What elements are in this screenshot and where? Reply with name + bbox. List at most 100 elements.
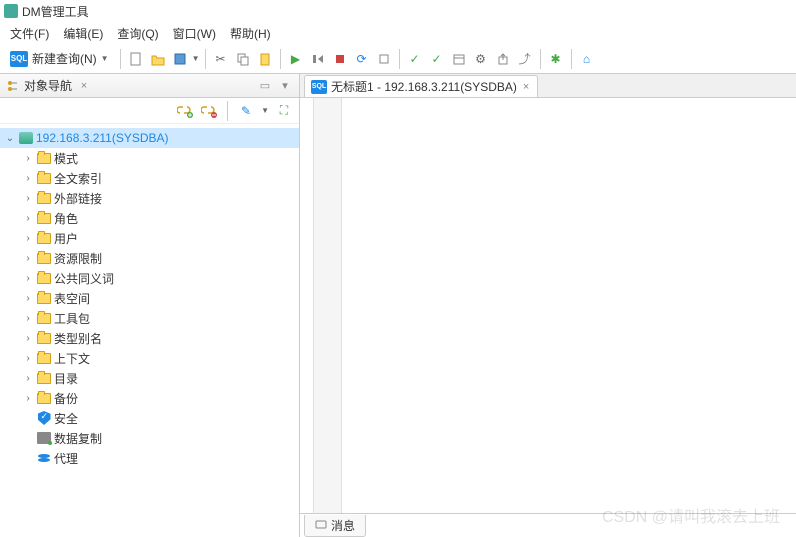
menu-icon[interactable]: ▾ xyxy=(277,78,293,94)
folder-icon xyxy=(36,291,52,305)
link-add-icon[interactable] xyxy=(176,102,194,120)
tree-item[interactable]: 数据复制 xyxy=(0,428,299,448)
link-remove-icon[interactable] xyxy=(200,102,218,120)
close-icon[interactable]: × xyxy=(76,78,92,94)
expand-arrow-icon[interactable]: › xyxy=(22,353,34,364)
folder-icon xyxy=(36,371,52,385)
step-icon[interactable] xyxy=(308,49,328,69)
play-icon[interactable]: ▶ xyxy=(286,49,306,69)
database-icon xyxy=(18,131,34,145)
tree-item[interactable]: ›上下文 xyxy=(0,348,299,368)
file-icon[interactable] xyxy=(126,49,146,69)
copy-icon[interactable] xyxy=(233,49,253,69)
messages-label: 消息 xyxy=(331,517,355,534)
expand-arrow-icon[interactable]: › xyxy=(22,293,34,304)
expand-arrow-icon[interactable]: › xyxy=(22,273,34,284)
expand-arrow-icon[interactable]: › xyxy=(22,193,34,204)
expand-arrow-icon[interactable]: › xyxy=(22,393,34,404)
dropdown-arrow-icon: ▼ xyxy=(101,54,109,63)
folder-icon xyxy=(36,311,52,325)
expand-icon[interactable]: ⛶ xyxy=(275,102,293,120)
menu-query[interactable]: 查询(Q) xyxy=(111,23,164,44)
paste-icon[interactable] xyxy=(255,49,275,69)
tree-item-label: 类型别名 xyxy=(54,330,102,347)
editor-textarea[interactable] xyxy=(342,98,796,513)
editor-tab[interactable]: SQL 无标题1 - 192.168.3.211(SYSDBA) × xyxy=(304,75,538,97)
object-tree[interactable]: ⌄ 192.168.3.211(SYSDBA) › 模式›全文索引›外部链接›角色… xyxy=(0,124,299,537)
expand-arrow-icon[interactable]: › xyxy=(22,173,34,184)
up-icon[interactable]: ⤴ xyxy=(515,49,535,69)
panel-toolbar: ✎ ▼ ⛶ xyxy=(0,98,299,124)
stack-icon xyxy=(36,451,52,465)
expand-arrow-icon[interactable]: › xyxy=(22,373,34,384)
editor-body[interactable] xyxy=(300,98,796,513)
settings-icon[interactable]: ⚙ xyxy=(471,49,491,69)
expand-arrow-icon[interactable]: › xyxy=(22,233,34,244)
menu-window[interactable]: 窗口(W) xyxy=(167,23,222,44)
tree-item[interactable]: 代理 xyxy=(0,448,299,468)
bottom-tabs: 消息 xyxy=(300,513,796,537)
export-icon[interactable] xyxy=(493,49,513,69)
tree-root[interactable]: ⌄ 192.168.3.211(SYSDBA) xyxy=(0,128,299,148)
sql-icon: SQL xyxy=(10,51,28,67)
tree-item[interactable]: ›角色 xyxy=(0,208,299,228)
home-icon[interactable]: ⌂ xyxy=(577,49,597,69)
folder-icon xyxy=(36,171,52,185)
folder-icon xyxy=(36,391,52,405)
expand-arrow-icon[interactable]: › xyxy=(22,213,34,224)
expand-arrow-icon[interactable]: › xyxy=(22,253,34,264)
tree-item[interactable]: ›工具包 xyxy=(0,308,299,328)
tree-item-label: 表空间 xyxy=(54,290,90,307)
titlebar: DM管理工具 xyxy=(0,0,796,22)
object-navigator-panel: 对象导航 × ▭ ▾ ✎ ▼ ⛶ ⌄ 192.168.3.211(SYSDBA)… xyxy=(0,74,300,537)
app-title: DM管理工具 xyxy=(22,3,89,20)
expand-arrow-icon[interactable]: › xyxy=(22,333,34,344)
message-icon xyxy=(315,519,327,531)
cut-icon[interactable]: ✂ xyxy=(211,49,231,69)
check-icon[interactable]: ✓ xyxy=(405,49,425,69)
tree-item[interactable]: › 表空间 xyxy=(0,288,299,308)
tree-item[interactable]: › 模式 xyxy=(0,148,299,168)
open-icon[interactable] xyxy=(148,49,168,69)
tree-item[interactable]: ›外部链接 xyxy=(0,188,299,208)
tree-item[interactable]: › 类型别名 xyxy=(0,328,299,348)
sql-icon: SQL xyxy=(311,80,327,94)
folder-icon xyxy=(36,331,52,345)
tree-item[interactable]: › 备份 xyxy=(0,388,299,408)
tree-item[interactable]: › 目录 xyxy=(0,368,299,388)
edit-icon[interactable]: ✎ xyxy=(237,102,255,120)
folder-icon xyxy=(36,251,52,265)
tree-item[interactable]: 安全 xyxy=(0,408,299,428)
server-icon xyxy=(36,431,52,445)
close-icon[interactable]: × xyxy=(521,81,531,93)
tree-item-label: 公共同义词 xyxy=(54,270,114,287)
collapse-arrow-icon[interactable]: ⌄ xyxy=(4,133,16,144)
editor-gutter xyxy=(314,98,342,513)
stop-icon[interactable] xyxy=(330,49,350,69)
tree-item-label: 数据复制 xyxy=(54,430,102,447)
menu-edit[interactable]: 编辑(E) xyxy=(57,23,109,44)
tree-item[interactable]: › 资源限制 xyxy=(0,248,299,268)
tree-item[interactable]: › 公共同义词 xyxy=(0,268,299,288)
tree-item-label: 备份 xyxy=(54,390,78,407)
tree-item[interactable]: ›用户 xyxy=(0,228,299,248)
editor-panel: SQL 无标题1 - 192.168.3.211(SYSDBA) × 消息 xyxy=(300,74,796,537)
menu-file[interactable]: 文件(F) xyxy=(4,23,55,44)
expand-arrow-icon[interactable]: › xyxy=(22,313,34,324)
menu-help[interactable]: 帮助(H) xyxy=(224,23,277,44)
save-icon[interactable] xyxy=(170,49,190,69)
expand-arrow-icon[interactable]: › xyxy=(22,153,34,164)
tree-item-label: 目录 xyxy=(54,370,78,387)
calendar-icon[interactable] xyxy=(449,49,469,69)
tree-item-label: 资源限制 xyxy=(54,250,102,267)
check-all-icon[interactable]: ✓ xyxy=(427,49,447,69)
dropdown-arrow-icon: ▼ xyxy=(261,106,269,115)
messages-tab[interactable]: 消息 xyxy=(304,515,366,537)
stop-square-icon[interactable] xyxy=(374,49,394,69)
tree-item[interactable]: ›全文索引 xyxy=(0,168,299,188)
new-query-button[interactable]: SQL 新建查询(N) ▼ xyxy=(4,48,115,69)
refresh-icon[interactable]: ⟳ xyxy=(352,49,372,69)
bug-icon[interactable]: ✱ xyxy=(546,49,566,69)
tree-item-label: 模式 xyxy=(54,150,78,167)
minimize-icon[interactable]: ▭ xyxy=(257,78,273,94)
